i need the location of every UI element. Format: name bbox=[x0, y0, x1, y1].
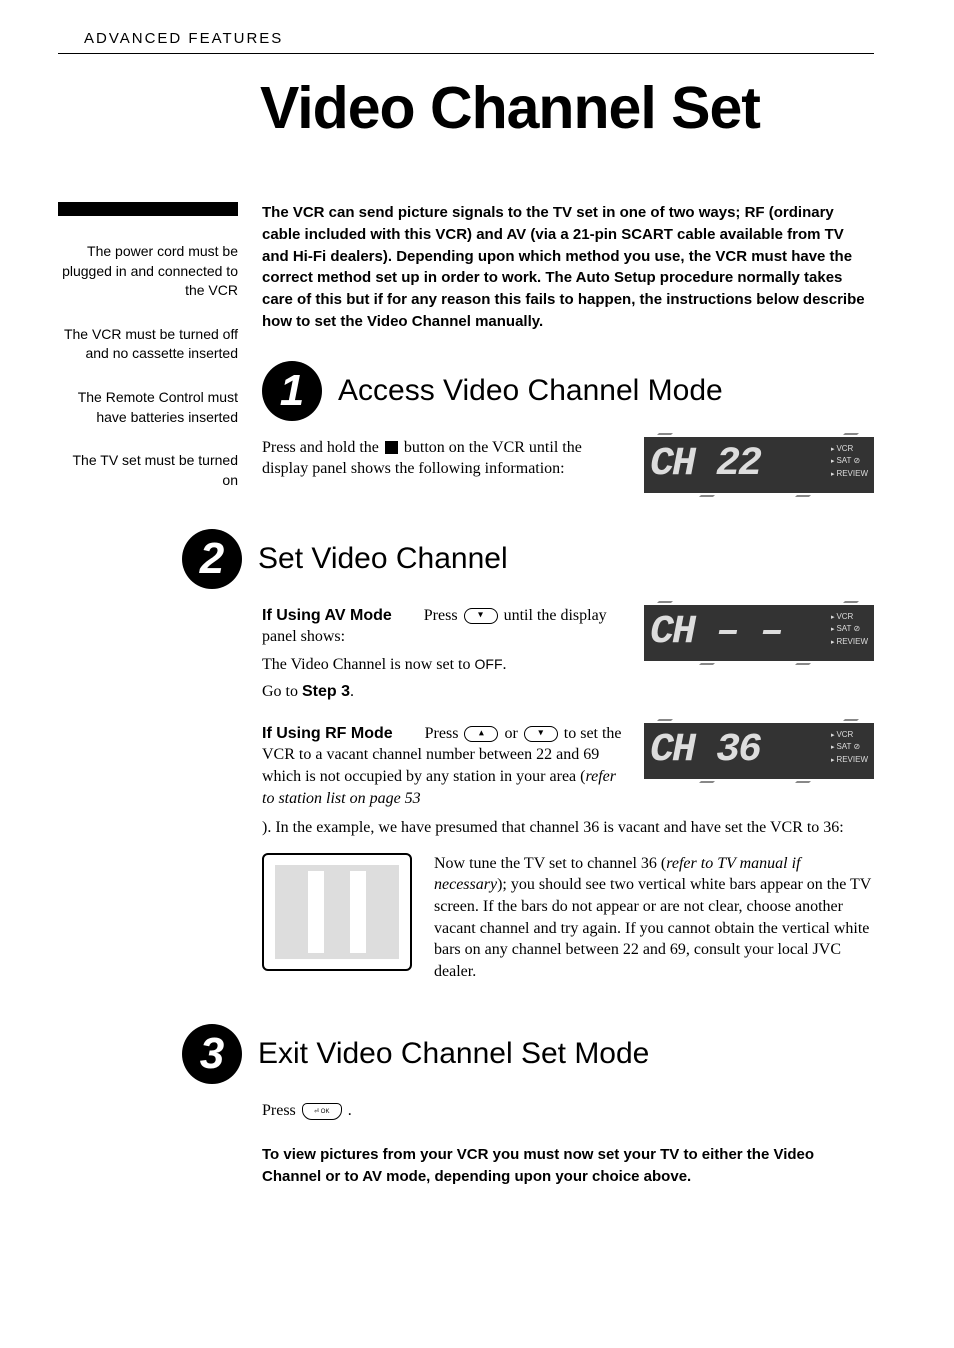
text-segment: Press bbox=[425, 725, 463, 742]
lcd-text: CH 22 bbox=[650, 445, 760, 485]
lcd-label: REVIEW bbox=[831, 754, 868, 767]
tv-row: Now tune the TV set to channel 36 (refer… bbox=[262, 853, 874, 989]
av-line: Go to Step 3. bbox=[262, 681, 626, 703]
lcd-panel: CH 36 VCR SAT ⊘ REVIEW bbox=[644, 723, 874, 779]
up-button-icon bbox=[464, 726, 498, 742]
lcd-label: SAT ⊘ bbox=[831, 623, 868, 636]
step-3-body: Press . bbox=[262, 1100, 874, 1122]
text-segment: The Video Channel is now set to bbox=[262, 656, 475, 673]
step-number-badge: 3 bbox=[182, 1024, 242, 1084]
tv-icon bbox=[262, 853, 412, 971]
lcd-label: VCR bbox=[831, 611, 868, 624]
step-1-text: Press and hold the button on the VCR unt… bbox=[262, 437, 626, 480]
text-segment: Press bbox=[424, 607, 462, 624]
text-segment: Press and hold the bbox=[262, 439, 383, 456]
main-column: The VCR can send picture signals to the … bbox=[262, 202, 874, 1188]
text-segment: Press bbox=[262, 1102, 300, 1119]
section-heading: ADVANCED FEATURES bbox=[84, 30, 874, 47]
text-segment: Now tune the TV set to channel 36 ( bbox=[434, 855, 666, 872]
lcd-panel: CH – – VCR SAT ⊘ REVIEW bbox=[644, 605, 874, 661]
sidebar-note: The Remote Control must have batteries i… bbox=[58, 388, 238, 427]
text-segment: . bbox=[503, 656, 507, 673]
tv-tune-text: Now tune the TV set to channel 36 (refer… bbox=[434, 853, 874, 983]
header-rule bbox=[58, 53, 874, 54]
step-3-title: Exit Video Channel Set Mode bbox=[258, 1037, 649, 1071]
stop-button-icon bbox=[385, 441, 398, 454]
step-2: 2 Set Video Channel If Using AV Mode Pre… bbox=[262, 529, 874, 989]
av-label: If Using AV Mode bbox=[262, 607, 392, 624]
lcd-label: SAT ⊘ bbox=[831, 455, 868, 468]
text-segment: . bbox=[350, 683, 354, 700]
rf-label: If Using RF Mode bbox=[262, 725, 393, 742]
final-note: To view pictures from your VCR you must … bbox=[262, 1144, 874, 1188]
ok-button-icon bbox=[302, 1103, 342, 1120]
sidebar-note: The TV set must be turned on bbox=[58, 451, 238, 490]
lcd-label: SAT ⊘ bbox=[831, 741, 868, 754]
text-segment: ). In the example, we have presumed that… bbox=[262, 819, 844, 836]
step-number-badge: 2 bbox=[182, 529, 242, 589]
lcd-label: VCR bbox=[831, 443, 868, 456]
step-3: 3 Exit Video Channel Set Mode Press . To… bbox=[262, 1024, 874, 1187]
lcd-labels: VCR SAT ⊘ REVIEW bbox=[831, 443, 868, 481]
step-ref: Step 3 bbox=[302, 683, 350, 700]
text-segment: or bbox=[500, 725, 521, 742]
sidebar-note: The VCR must be turned off and no casset… bbox=[58, 325, 238, 364]
tv-screen bbox=[275, 865, 399, 959]
text-segment: . bbox=[344, 1102, 352, 1119]
lcd-label: REVIEW bbox=[831, 636, 868, 649]
step-number-badge: 1 bbox=[262, 361, 322, 421]
step-2-header: 2 Set Video Channel bbox=[182, 529, 874, 589]
text-segment: Go to bbox=[262, 683, 302, 700]
white-bar bbox=[350, 871, 366, 953]
content-row: The power cord must be plugged in and co… bbox=[58, 202, 874, 1188]
sidebar-bar bbox=[58, 202, 238, 216]
rf-mode-block: If Using RF Mode Press or to set the VCR… bbox=[262, 723, 874, 989]
page-title: Video Channel Set bbox=[260, 74, 874, 142]
intro-paragraph: The VCR can send picture signals to the … bbox=[262, 202, 874, 333]
av-line: The Video Channel is now set to OFF. bbox=[262, 654, 626, 676]
lcd-panel: CH 22 VCR SAT ⊘ REVIEW bbox=[644, 437, 874, 493]
lcd-label: REVIEW bbox=[831, 468, 868, 481]
down-button-icon bbox=[524, 726, 558, 742]
step-1-body: Press and hold the button on the VCR unt… bbox=[262, 437, 874, 493]
down-button-icon bbox=[464, 608, 498, 624]
av-mode-block: If Using AV Mode Press until the display… bbox=[262, 605, 874, 709]
lcd-labels: VCR SAT ⊘ REVIEW bbox=[831, 611, 868, 649]
rf-line: If Using RF Mode Press or to set the VCR… bbox=[262, 723, 626, 809]
step-3-header: 3 Exit Video Channel Set Mode bbox=[182, 1024, 874, 1084]
sidebar-note: The power cord must be plugged in and co… bbox=[58, 242, 238, 301]
lcd-text: CH 36 bbox=[650, 731, 760, 771]
step-1-title: Access Video Channel Mode bbox=[338, 374, 723, 408]
lcd-text: CH – – bbox=[650, 613, 782, 653]
rf-line-cont: ). In the example, we have presumed that… bbox=[262, 817, 874, 839]
step-1: 1 Access Video Channel Mode Press and ho… bbox=[262, 361, 874, 493]
av-line: If Using AV Mode Press until the display… bbox=[262, 605, 626, 648]
white-bar bbox=[308, 871, 324, 953]
lcd-label: VCR bbox=[831, 729, 868, 742]
step-1-header: 1 Access Video Channel Mode bbox=[262, 361, 874, 421]
off-text: OFF bbox=[475, 656, 503, 672]
step-2-title: Set Video Channel bbox=[258, 542, 508, 576]
text-segment: ); you should see two vertical white bar… bbox=[434, 876, 871, 979]
lcd-labels: VCR SAT ⊘ REVIEW bbox=[831, 729, 868, 767]
